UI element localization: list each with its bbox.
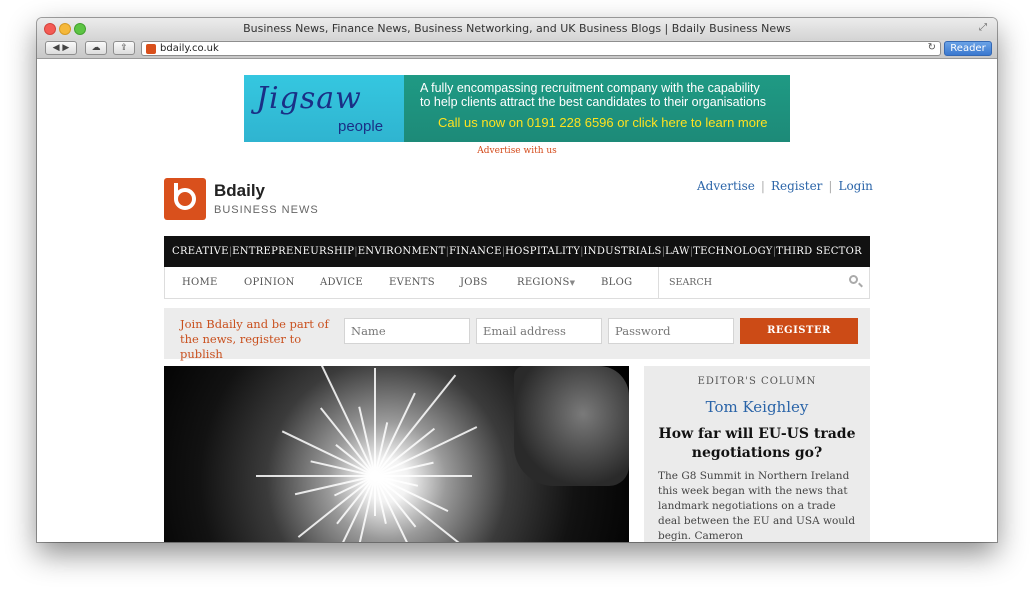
browser-window: Business News, Finance News, Business Ne… — [37, 18, 997, 542]
editor-author-link[interactable]: Tom Keighley — [644, 398, 870, 416]
category-third-sector[interactable]: THIRD SECTOR — [776, 246, 862, 257]
email-field[interactable]: Email address — [476, 318, 602, 344]
nav-home[interactable]: HOME — [182, 277, 218, 288]
main-nav: HOME OPINION ADVICE EVENTS JOBS REGIONS▼… — [164, 267, 870, 299]
nav-events[interactable]: EVENTS — [389, 277, 435, 288]
name-field[interactable]: Name — [344, 318, 470, 344]
bdaily-logo-icon[interactable] — [164, 178, 206, 220]
ad-call-to-action[interactable]: Call us now on 0191 228 6596 or click he… — [438, 115, 768, 130]
join-prompt: Join Bdaily and be part of the news, reg… — [180, 317, 329, 361]
spark-streak — [281, 430, 376, 477]
ad-logo: Jigsaw — [256, 81, 362, 116]
icloud-tabs-icon[interactable]: ☁ — [85, 41, 107, 55]
brand-tagline: BUSINESS NEWS — [214, 204, 319, 216]
category-law[interactable]: LAW — [665, 246, 690, 257]
editor-article-excerpt: The G8 Summit in Northern Ireland this w… — [658, 470, 856, 542]
category-finance[interactable]: FINANCE — [449, 246, 502, 257]
account-links: Advertise | Register | Login — [697, 179, 873, 193]
editors-column-label: EDITOR'S COLUMN — [697, 376, 817, 387]
window-title: Business News, Finance News, Business Ne… — [243, 22, 791, 35]
category-nav: CREATIVE | ENTREPRENEURSHIP | ENVIRONMENT |… — [164, 236, 870, 267]
search-icon[interactable] — [849, 275, 858, 284]
register-link[interactable]: Register — [771, 179, 822, 193]
address-bar[interactable]: bdaily.co.uk ↻ — [141, 41, 941, 56]
register-button[interactable]: REGISTER — [740, 318, 858, 344]
category-industrials[interactable]: INDUSTRIALS — [584, 246, 662, 257]
password-field[interactable]: Password — [608, 318, 734, 344]
reload-icon[interactable]: ↻ — [928, 42, 936, 53]
nav-opinion[interactable]: OPINION — [244, 277, 295, 288]
category-creative[interactable]: CREATIVE — [172, 246, 229, 257]
fullscreen-icon[interactable]: ⤢ — [979, 22, 991, 34]
back-forward-buttons[interactable]: ◀ ▶ — [45, 41, 77, 55]
nav-divider — [658, 267, 659, 298]
ad-line-1: A fully encompassing recruitment company… — [420, 81, 760, 95]
spark-streak — [374, 475, 468, 542]
category-technology[interactable]: TECHNOLOGY — [693, 246, 773, 257]
nav-advice[interactable]: ADVICE — [320, 277, 363, 288]
ad-line-2: to help clients attract the best candida… — [420, 95, 767, 109]
browser-toolbar: ◀ ▶ ☁ ⇪ bdaily.co.uk ↻ Reader — [37, 40, 997, 59]
editors-column: EDITOR'S COLUMN Tom Keighley How far wil… — [644, 366, 870, 542]
spark-streak — [256, 475, 375, 477]
chevron-down-icon: ▼ — [569, 279, 576, 287]
editor-article-title[interactable]: How far will EU-US trade negotiations go… — [658, 425, 856, 463]
welding-mask-shape — [514, 366, 629, 486]
join-bar: Join Bdaily and be part of the news, reg… — [164, 308, 870, 361]
nav-blog[interactable]: BLOG — [601, 277, 632, 288]
advertise-link[interactable]: Advertise — [697, 179, 755, 193]
category-entrepreneurship[interactable]: ENTREPRENEURSHIP — [232, 246, 354, 257]
advertise-with-us-link[interactable]: Advertise with us — [37, 146, 997, 156]
jigsaw-banner-ad[interactable]: Jigsaw people A fully encompassing recru… — [244, 75, 790, 142]
share-icon[interactable]: ⇪ — [113, 41, 135, 55]
category-environment[interactable]: ENVIRONMENT — [358, 246, 446, 257]
nav-jobs[interactable]: JOBS — [460, 277, 488, 288]
reader-button[interactable]: Reader — [944, 41, 992, 56]
ad-logo-sub: people — [338, 118, 384, 135]
login-link[interactable]: Login — [838, 179, 872, 193]
spark-streak — [374, 368, 376, 476]
category-hospitality[interactable]: HOSPITALITY — [505, 246, 580, 257]
hero-welding-image[interactable] — [164, 366, 629, 542]
site-favicon-icon — [146, 44, 156, 54]
brand-name[interactable]: Bdaily — [214, 181, 265, 201]
title-bar: Business News, Finance News, Business Ne… — [37, 18, 997, 40]
spark-streak — [375, 475, 472, 477]
nav-regions[interactable]: REGIONS▼ — [517, 277, 575, 288]
url-text: bdaily.co.uk — [160, 43, 219, 54]
page-content: Jigsaw people A fully encompassing recru… — [37, 59, 997, 542]
spark-streak — [320, 366, 376, 477]
ad-logo-panel: Jigsaw people — [244, 75, 404, 142]
search-input[interactable]: SEARCH — [669, 277, 712, 288]
